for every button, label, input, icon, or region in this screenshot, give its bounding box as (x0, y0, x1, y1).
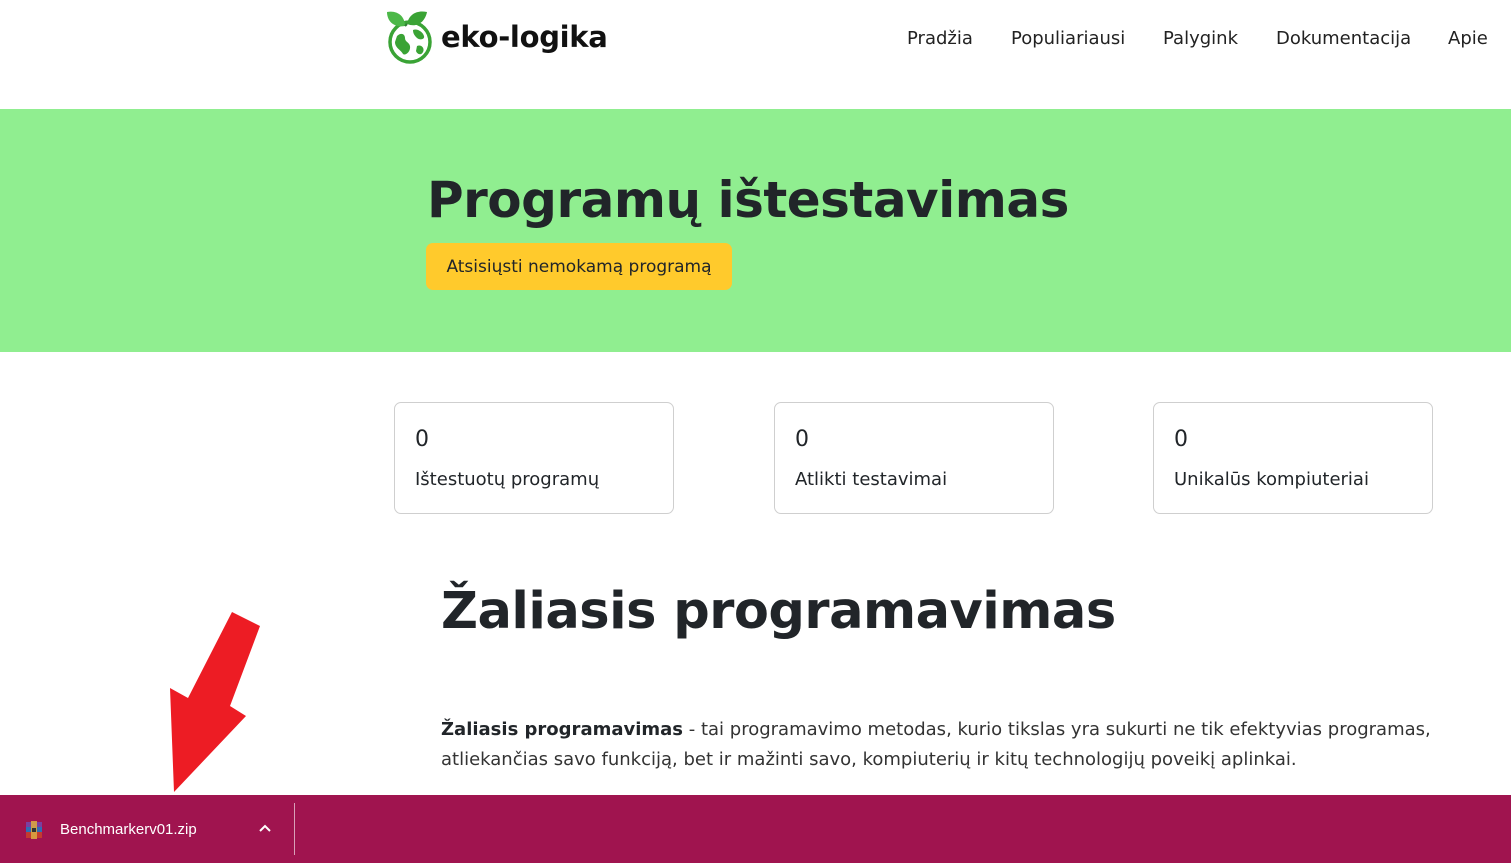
paragraph-bold-term: Žaliasis programavimas (441, 719, 684, 740)
stat-label: Ištestuotų programų (415, 469, 600, 490)
stat-value: 0 (1174, 427, 1188, 452)
stat-card-unique-computers: 0 Unikalūs kompiuteriai (1153, 402, 1433, 514)
stat-label: Unikalūs kompiuteriai (1174, 469, 1369, 490)
stat-value: 0 (415, 427, 429, 452)
nav-links: Pradžia Populiariausi Palygink Dokumenta… (811, 27, 1511, 51)
winrar-archive-icon (26, 821, 42, 839)
stat-card-tested-programs: 0 Ištestuotų programų (394, 402, 674, 514)
hero-banner: Programų ištestavimas Atsisiųsti nemokam… (0, 109, 1511, 352)
stat-value: 0 (795, 427, 809, 452)
nav-item-populiariausi[interactable]: Populiariausi (1011, 27, 1125, 51)
red-arrow-icon (170, 612, 260, 792)
divider (294, 803, 295, 855)
download-bar: Benchmarkerv01.zip (0, 795, 1511, 863)
download-item[interactable]: Benchmarkerv01.zip (0, 795, 294, 863)
nav-item-palygink[interactable]: Palygink (1163, 27, 1238, 51)
chevron-up-icon[interactable] (257, 821, 273, 835)
navbar: eko-logika Pradžia Populiariausi Palygin… (0, 0, 1511, 109)
download-free-program-button[interactable]: Atsisiųsti nemokamą programą (426, 243, 732, 290)
stat-label: Atlikti testavimai (795, 469, 948, 490)
download-filename: Benchmarkerv01.zip (60, 821, 197, 838)
section-paragraph: Žaliasis programavimas - tai programavim… (441, 715, 1441, 775)
nav-item-dokumentacija[interactable]: Dokumentacija (1276, 27, 1411, 51)
nav-item-apie[interactable]: Apie (1448, 27, 1488, 51)
stat-card-tests-done: 0 Atlikti testavimai (774, 402, 1054, 514)
globe-leaves-icon (387, 11, 432, 64)
brand-name: eko-logika (441, 20, 608, 54)
nav-item-pradzia[interactable]: Pradžia (907, 27, 973, 51)
section-title: Žaliasis programavimas (441, 582, 1116, 641)
brand[interactable]: eko-logika (383, 8, 608, 66)
hero-title: Programų ištestavimas (427, 171, 1069, 229)
